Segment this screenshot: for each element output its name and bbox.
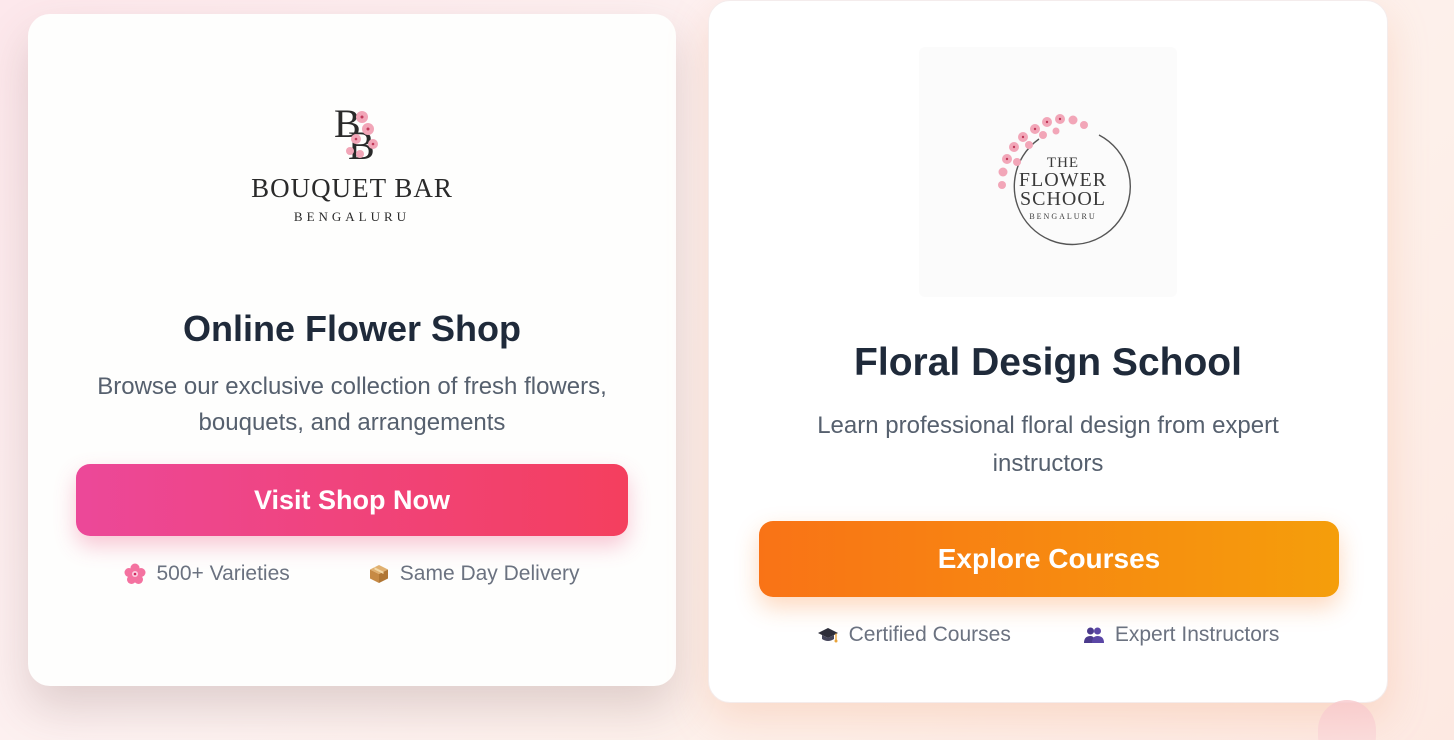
svg-text:SCHOOL: SCHOOL (1020, 188, 1106, 210)
feature-varieties: 500+ Varieties (124, 562, 290, 586)
svg-text:BENGALURU: BENGALURU (294, 209, 410, 224)
feature-delivery-label: Same Day Delivery (399, 562, 580, 585)
school-features: Certified Courses Expert Instructors (709, 623, 1387, 647)
svg-text:BOUQUET BAR: BOUQUET BAR (251, 173, 453, 203)
visit-shop-button[interactable]: Visit Shop Now (76, 464, 628, 536)
school-description: Learn professional floral design from ex… (817, 412, 1279, 477)
feature-delivery: Same Day Delivery (368, 562, 580, 586)
svg-text:BENGALURU: BENGALURU (1029, 212, 1096, 221)
shop-title: Online Flower Shop (182, 308, 521, 349)
shop-card: B B BOUQUET BAR BENGALURU Online Flower … (28, 14, 676, 686)
feature-varieties-label: 500+ Varieties (156, 562, 290, 585)
school-card: THE FLOWER SCHOOL BENGALURU Floral Desig… (708, 0, 1388, 703)
graduation-cap-icon (817, 624, 839, 646)
school-title: Floral Design School (854, 341, 1242, 384)
explore-courses-button[interactable]: Explore Courses (759, 521, 1339, 597)
feature-certified-label: Certified Courses (848, 623, 1011, 646)
feature-certified: Certified Courses (817, 623, 1011, 647)
cherry-blossom-icon (124, 563, 146, 585)
feature-instructors-label: Expert Instructors (1114, 623, 1280, 646)
bouquet-bar-logo: B B BOUQUET BAR BENGALURU (28, 99, 676, 249)
package-icon (368, 563, 390, 585)
feature-instructors: Expert Instructors (1083, 623, 1280, 647)
decorative-petal (1318, 700, 1376, 740)
flower-school-logo: THE FLOWER SCHOOL BENGALURU (919, 47, 1177, 297)
shop-description: Browse our exclusive collection of fresh… (97, 373, 607, 436)
people-icon (1083, 624, 1105, 646)
shop-features: 500+ Varieties Same Day Delivery (28, 562, 676, 586)
